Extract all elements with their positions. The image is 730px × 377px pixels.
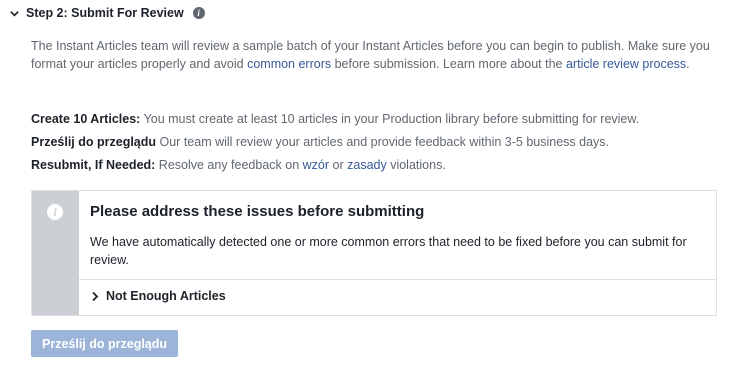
requirement-text: violations. (386, 158, 446, 172)
panel-body: We have automatically detected one or mo… (90, 235, 687, 267)
panel-sidebar: i (32, 191, 79, 315)
step-description: The Instant Articles team will review a … (31, 38, 721, 73)
requirements-list: Create 10 Articles: You must create at l… (31, 108, 726, 177)
issues-panel: i Please address these issues before sub… (31, 190, 717, 316)
chevron-down-icon (10, 10, 19, 17)
issue-label: Not Enough Articles (106, 289, 226, 303)
requirement-create-articles: Create 10 Articles: You must create at l… (31, 108, 726, 131)
step-title: Step 2: Submit For Review (26, 6, 184, 20)
requirement-text: You must create at least 10 articles in … (140, 112, 640, 126)
divider (79, 279, 716, 280)
article-review-process-link[interactable]: article review process (566, 57, 686, 71)
zasady-link[interactable]: zasady (347, 158, 387, 172)
info-icon[interactable]: i (192, 7, 205, 19)
common-errors-link[interactable]: common errors (247, 57, 331, 71)
requirement-text: Resolve any feedback on (155, 158, 303, 172)
requirement-resubmit: Resubmit, If Needed: Resolve any feedbac… (31, 154, 726, 177)
requirement-label: Prześlij do przeglądu (31, 135, 157, 149)
requirement-text: or (329, 158, 348, 172)
info-icon: i (47, 204, 63, 220)
step-header[interactable]: Step 2: Submit For Review i (9, 6, 205, 20)
requirement-text: Our team will review your articles and p… (156, 135, 610, 149)
panel-title: Please address these issues before submi… (90, 203, 425, 220)
wzor-link[interactable]: wzór (303, 158, 329, 172)
requirement-label: Create 10 Articles: (31, 112, 141, 126)
description-text: before submission. Learn more about the (331, 56, 566, 71)
chevron-right-icon (92, 291, 99, 301)
requirement-label: Resubmit, If Needed: (31, 158, 156, 172)
description-text: . (686, 56, 690, 71)
requirement-submit: Prześlij do przeglądu Our team will revi… (31, 131, 726, 154)
issue-not-enough-articles[interactable]: Not Enough Articles (90, 289, 226, 303)
submit-for-review-button[interactable]: Prześlij do przeglądu (31, 330, 179, 357)
